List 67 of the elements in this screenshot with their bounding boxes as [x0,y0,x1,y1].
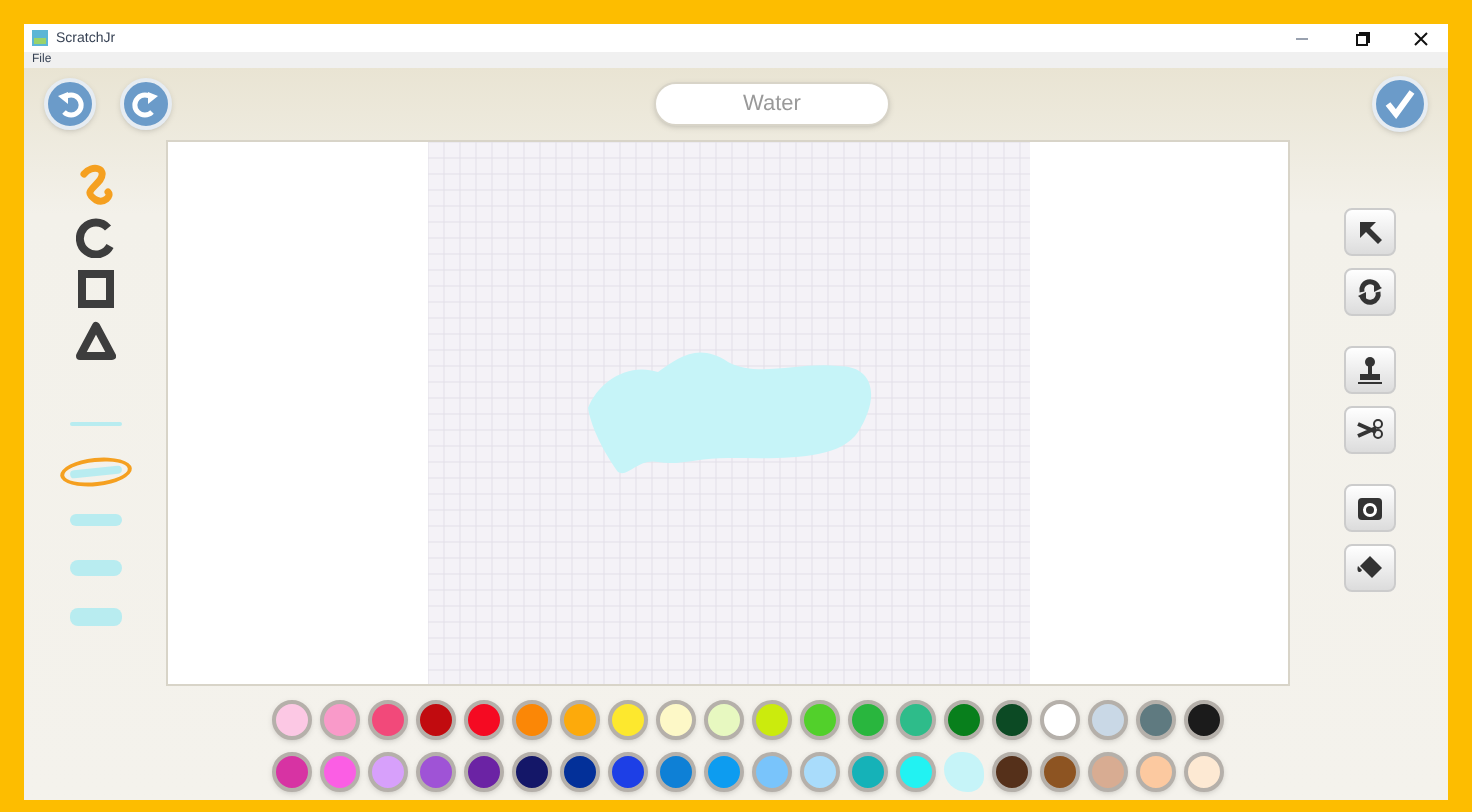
color-swatch[interactable] [1040,700,1080,740]
color-swatch[interactable] [1136,752,1176,792]
color-swatch[interactable] [944,752,984,792]
app-icon [32,30,48,46]
rotate-button[interactable] [1343,268,1395,316]
color-swatch[interactable] [1184,752,1224,792]
color-swatch[interactable] [272,752,312,792]
color-swatch[interactable] [416,752,456,792]
triangle-tool-icon[interactable] [75,320,115,362]
restore-icon[interactable] [1356,31,1370,45]
color-swatch[interactable] [656,752,696,792]
minimize-icon[interactable] [1296,37,1308,39]
color-swatch[interactable] [896,752,936,792]
line-width-option[interactable] [57,454,133,490]
camera-button[interactable] [1343,484,1395,532]
color-swatch[interactable] [1040,752,1080,792]
color-swatch[interactable] [320,752,360,792]
color-swatch[interactable] [992,700,1032,740]
rectangle-tool-icon[interactable] [75,268,115,310]
undo-button[interactable] [44,78,96,130]
color-swatch[interactable] [608,700,648,740]
camera-icon [1355,494,1383,522]
color-swatch[interactable] [1088,700,1128,740]
color-swatch[interactable] [368,700,408,740]
redo-button[interactable] [120,78,172,130]
color-swatch[interactable] [560,752,600,792]
stamp-button[interactable] [1343,346,1395,394]
color-swatch[interactable] [464,700,504,740]
color-swatch[interactable] [992,752,1032,792]
stamp-icon [1355,356,1383,384]
color-swatch[interactable] [512,752,552,792]
color-swatch[interactable] [848,700,888,740]
color-swatch[interactable] [512,700,552,740]
color-swatch[interactable] [656,700,696,740]
color-swatch[interactable] [1184,700,1224,740]
pointer-arrow-icon [1355,218,1383,246]
color-swatch[interactable] [416,700,456,740]
redo-arrow-icon [132,90,160,118]
color-swatch[interactable] [1136,700,1176,740]
color-swatch[interactable] [752,752,792,792]
scissors-button[interactable] [1343,406,1395,454]
undo-arrow-icon [56,90,84,118]
color-swatch[interactable] [944,700,984,740]
color-swatch[interactable] [272,700,312,740]
color-swatch[interactable] [848,752,888,792]
done-button[interactable] [1372,76,1428,132]
color-swatch[interactable] [896,700,936,740]
paint-bucket-button[interactable] [1343,544,1395,592]
checkmark-icon [1384,88,1416,120]
color-swatch[interactable] [1088,752,1128,792]
color-swatch[interactable] [464,752,504,792]
circle-tool-icon[interactable] [75,216,115,258]
close-icon[interactable] [1414,31,1428,45]
color-swatch[interactable] [608,752,648,792]
color-swatch[interactable] [368,752,408,792]
arrow-button[interactable] [1343,208,1395,256]
color-swatch[interactable] [320,700,360,740]
rotate-arrows-icon [1355,278,1383,306]
color-swatch[interactable] [560,700,600,740]
color-swatch[interactable] [704,700,744,740]
color-swatch[interactable] [752,700,792,740]
color-swatch[interactable] [800,700,840,740]
freehand-tool-icon[interactable] [75,164,115,206]
color-swatch[interactable] [800,752,840,792]
paint-bucket-icon [1355,554,1383,582]
scissors-icon [1355,416,1383,444]
color-swatch[interactable] [704,752,744,792]
